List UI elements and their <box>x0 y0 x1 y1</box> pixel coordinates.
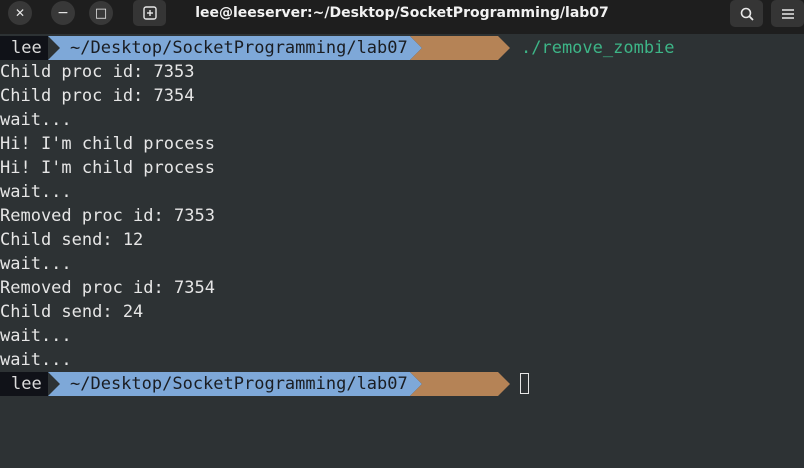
prompt-git-segment: ᚴ main <box>410 372 510 396</box>
prompt-command: ./remove_zombie <box>521 38 675 58</box>
output-line: Removed proc id: 7354 <box>0 278 215 298</box>
search-icon <box>740 7 754 21</box>
minimize-icon: − <box>57 5 69 21</box>
prompt-git-branch: main <box>489 422 531 442</box>
output-line: wait... <box>0 326 72 346</box>
prompt-line: lee ~/Desktop/SocketProgramming/lab07 ᚴ … <box>0 36 804 60</box>
output-line: wait... <box>0 254 72 274</box>
output-line: Child send: 12 <box>0 230 144 250</box>
prompt-user: lee <box>0 372 48 396</box>
output-line: Hi! I'm child process <box>0 158 215 178</box>
output-line: wait... <box>0 110 72 130</box>
maximize-button[interactable]: □ <box>89 1 113 25</box>
output-line: wait... <box>0 350 72 370</box>
terminal-area[interactable]: lee ~/Desktop/SocketProgramming/lab07 ᚴ … <box>0 36 804 396</box>
window-title: lee@leeserver:~/Desktop/SocketProgrammin… <box>195 5 609 21</box>
output-line: Child proc id: 7353 <box>0 62 195 82</box>
prompt-line: lee ~/Desktop/SocketProgramming/lab07 ᚴ … <box>0 372 804 396</box>
hamburger-menu-icon <box>781 8 794 19</box>
output-line: Child send: 24 <box>0 302 144 322</box>
text-cursor <box>520 373 529 394</box>
output-line: Removed proc id: 7353 <box>0 206 215 226</box>
maximize-icon: □ <box>94 5 108 21</box>
git-branch-icon: ᚴ <box>489 398 500 418</box>
output-line: wait... <box>0 182 72 202</box>
prompt-git-segment: ᚴ main <box>410 36 510 60</box>
title-bar: ✕ − □ lee@leeserver:~/Desktop/SocketProg… <box>0 0 804 34</box>
minimize-button[interactable]: − <box>51 1 75 25</box>
prompt-path: ~/Desktop/SocketProgramming/lab07 <box>48 372 422 396</box>
close-icon: ✕ <box>14 6 26 20</box>
close-button[interactable]: ✕ <box>8 1 32 25</box>
menu-button[interactable] <box>771 0 804 27</box>
output-line: Hi! I'm child process <box>0 134 215 154</box>
prompt-path: ~/Desktop/SocketProgramming/lab07 <box>48 36 422 60</box>
prompt-user: lee <box>0 36 48 60</box>
output-line: Child proc id: 7354 <box>0 86 195 106</box>
search-button[interactable] <box>730 0 763 27</box>
